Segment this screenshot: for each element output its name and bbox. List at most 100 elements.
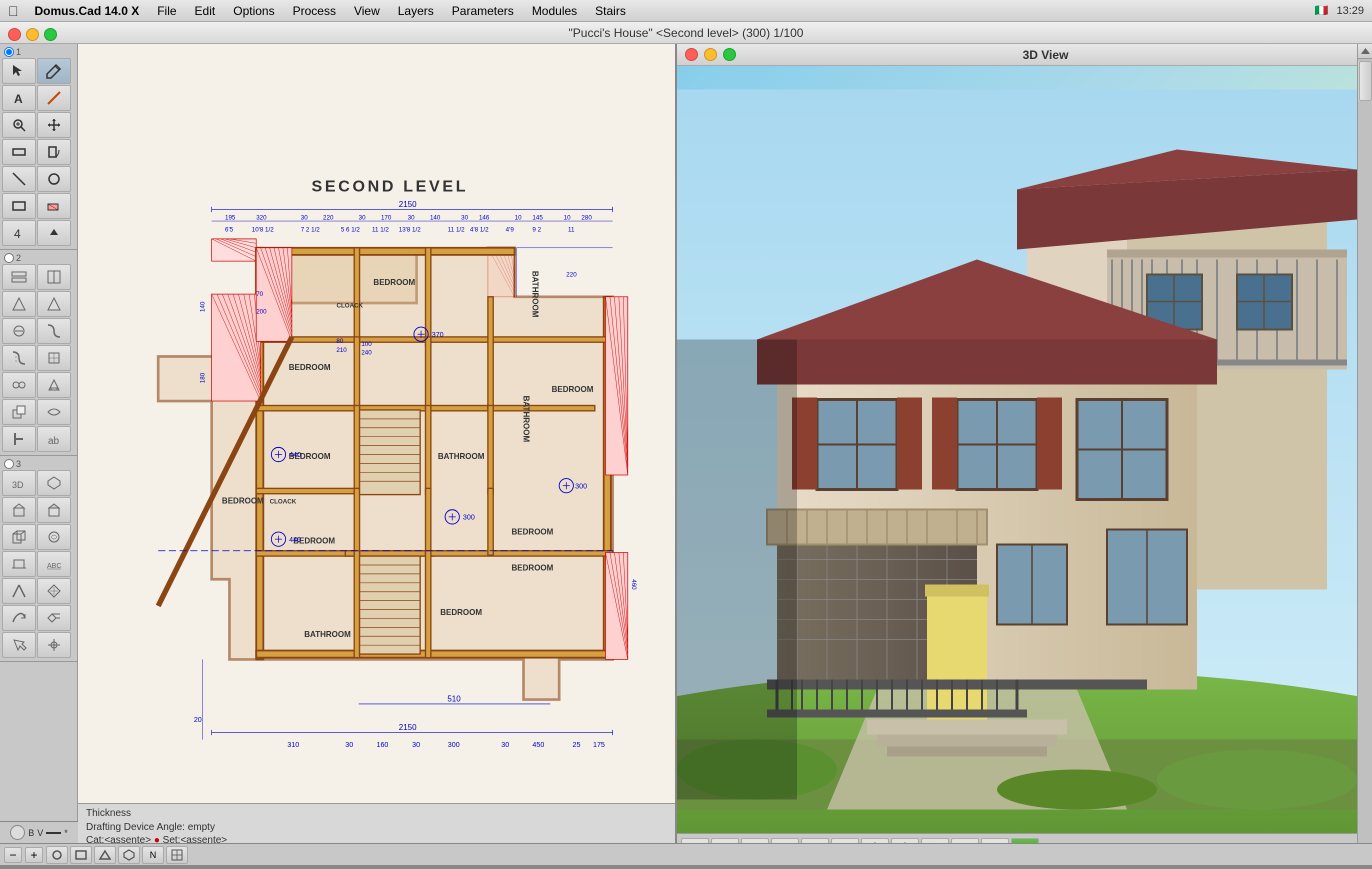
tool-text[interactable]: A bbox=[2, 85, 36, 111]
tool-3d-2[interactable] bbox=[37, 470, 71, 496]
tool-s2-13[interactable] bbox=[2, 426, 36, 452]
3d-render-area[interactable] bbox=[677, 66, 1357, 833]
tool-3d-7[interactable] bbox=[2, 551, 36, 577]
toolbar-section-3: 3 3D bbox=[0, 456, 77, 662]
tool-s2-14[interactable]: ab bbox=[37, 426, 71, 452]
toolbar-row-2: A bbox=[2, 85, 75, 111]
tool-s2-2[interactable] bbox=[37, 264, 71, 290]
svg-text:80: 80 bbox=[336, 338, 343, 345]
3d-maximize-button[interactable] bbox=[723, 48, 736, 61]
tool-3d-9[interactable] bbox=[2, 578, 36, 604]
tool-s2-6[interactable] bbox=[37, 318, 71, 344]
svg-text:170: 170 bbox=[381, 214, 392, 221]
toolbar-row-s3-2 bbox=[2, 497, 75, 523]
nav-icon-4[interactable] bbox=[118, 846, 140, 864]
svg-text:13'8 1/2: 13'8 1/2 bbox=[399, 227, 421, 234]
menu-options[interactable]: Options bbox=[225, 3, 282, 19]
tool-3d-10[interactable] bbox=[37, 578, 71, 604]
tool-line[interactable] bbox=[2, 166, 36, 192]
tool-up[interactable] bbox=[37, 220, 71, 246]
menu-file[interactable]: File bbox=[149, 3, 184, 19]
tool-pan[interactable] bbox=[37, 112, 71, 138]
maximize-button[interactable] bbox=[44, 28, 57, 41]
nav-controls: N bbox=[46, 846, 188, 864]
tool-erase[interactable] bbox=[37, 193, 71, 219]
svg-text:SECOND LEVEL: SECOND LEVEL bbox=[312, 178, 469, 196]
tool-select[interactable] bbox=[2, 58, 36, 84]
scroll-track[interactable] bbox=[1358, 61, 1372, 101]
view-3d-titlebar: 3D View bbox=[677, 44, 1357, 66]
tool-crosshair[interactable] bbox=[37, 632, 71, 658]
main-container: 1 A bbox=[0, 44, 1372, 865]
scroll-thumb[interactable] bbox=[1359, 61, 1372, 101]
window-title: "Pucci's House" <Second level> (300) 1/1… bbox=[569, 26, 804, 40]
section-2-radio[interactable] bbox=[4, 253, 14, 263]
nav-icon-1[interactable] bbox=[46, 846, 68, 864]
section-1-radio[interactable] bbox=[4, 47, 14, 57]
tool-cursor[interactable] bbox=[2, 632, 36, 658]
svg-text:180: 180 bbox=[200, 372, 207, 383]
tool-zoom[interactable] bbox=[2, 112, 36, 138]
tool-3d-1[interactable]: 3D bbox=[2, 470, 36, 496]
nav-icon-2[interactable] bbox=[70, 846, 92, 864]
time-display: 13:29 bbox=[1336, 5, 1364, 17]
tool-3d-12[interactable] bbox=[37, 605, 71, 631]
svg-text:20: 20 bbox=[194, 716, 202, 724]
tool-s2-1[interactable] bbox=[2, 264, 36, 290]
menu-layers[interactable]: Layers bbox=[390, 3, 442, 19]
tool-pencil[interactable] bbox=[37, 58, 71, 84]
tool-s2-7[interactable] bbox=[2, 345, 36, 371]
tool-s2-3[interactable] bbox=[2, 291, 36, 317]
section-1-label: 1 bbox=[2, 46, 75, 58]
menu-view[interactable]: View bbox=[346, 3, 388, 19]
tool-3d-5[interactable] bbox=[2, 524, 36, 550]
nav-icon-3[interactable] bbox=[94, 846, 116, 864]
tool-s2-8[interactable] bbox=[37, 345, 71, 371]
3d-minimize-button[interactable] bbox=[704, 48, 717, 61]
3d-close-button[interactable] bbox=[685, 48, 698, 61]
svg-text:BATHROOM: BATHROOM bbox=[530, 271, 539, 318]
tool-pencil2[interactable] bbox=[37, 85, 71, 111]
menu-modules[interactable]: Modules bbox=[524, 3, 585, 19]
tool-s2-10[interactable] bbox=[37, 372, 71, 398]
close-button[interactable] bbox=[8, 28, 21, 41]
svg-text:195: 195 bbox=[225, 214, 236, 221]
svg-text:160: 160 bbox=[376, 741, 388, 749]
scroll-up-button[interactable] bbox=[1358, 44, 1372, 59]
tool-s2-12[interactable] bbox=[37, 399, 71, 425]
status-drafting: Drafting Device Angle: empty bbox=[82, 821, 671, 834]
tool-wall[interactable] bbox=[2, 139, 36, 165]
tool-3d-4[interactable] bbox=[37, 497, 71, 523]
tool-s2-5[interactable] bbox=[2, 318, 36, 344]
view-2d[interactable]: SECOND LEVEL 2150 195 320 30 220 30 170 … bbox=[78, 44, 677, 865]
nav-icon-6[interactable] bbox=[166, 846, 188, 864]
tool-3d-8[interactable]: ABC bbox=[37, 551, 71, 577]
tool-3d-11[interactable] bbox=[2, 605, 36, 631]
tool-s2-9[interactable] bbox=[2, 372, 36, 398]
menu-parameters[interactable]: Parameters bbox=[444, 3, 522, 19]
tool-s2-11[interactable] bbox=[2, 399, 36, 425]
menu-stairs[interactable]: Stairs bbox=[587, 3, 634, 19]
zoom-plus-button[interactable]: + bbox=[25, 847, 43, 863]
bottom-toolbar: − + N bbox=[0, 843, 1372, 865]
menu-process[interactable]: Process bbox=[285, 3, 344, 19]
toolbar-row-s3-3 bbox=[2, 524, 75, 550]
tool-3d-3[interactable] bbox=[2, 497, 36, 523]
tool-door[interactable] bbox=[37, 139, 71, 165]
menu-edit[interactable]: Edit bbox=[187, 3, 224, 19]
menu-app[interactable]: Domus.Cad 14.0 X bbox=[27, 3, 148, 19]
tool-4[interactable]: 4 bbox=[2, 220, 36, 246]
3d-view-title: 3D View bbox=[742, 48, 1349, 62]
tool-circle[interactable] bbox=[37, 166, 71, 192]
tool-3d-6[interactable] bbox=[37, 524, 71, 550]
toolbar-row-s2-3 bbox=[2, 318, 75, 344]
toolbar-row-s2-6 bbox=[2, 399, 75, 425]
nav-icon-5[interactable]: N bbox=[142, 846, 164, 864]
section-3-radio[interactable] bbox=[4, 459, 14, 469]
svg-text:140: 140 bbox=[200, 301, 207, 312]
minimize-button[interactable] bbox=[26, 28, 39, 41]
zoom-minus-button[interactable]: − bbox=[4, 847, 22, 863]
tool-s2-4[interactable] bbox=[37, 291, 71, 317]
tool-rect[interactable] bbox=[2, 193, 36, 219]
right-scrollbar[interactable] bbox=[1357, 44, 1372, 865]
